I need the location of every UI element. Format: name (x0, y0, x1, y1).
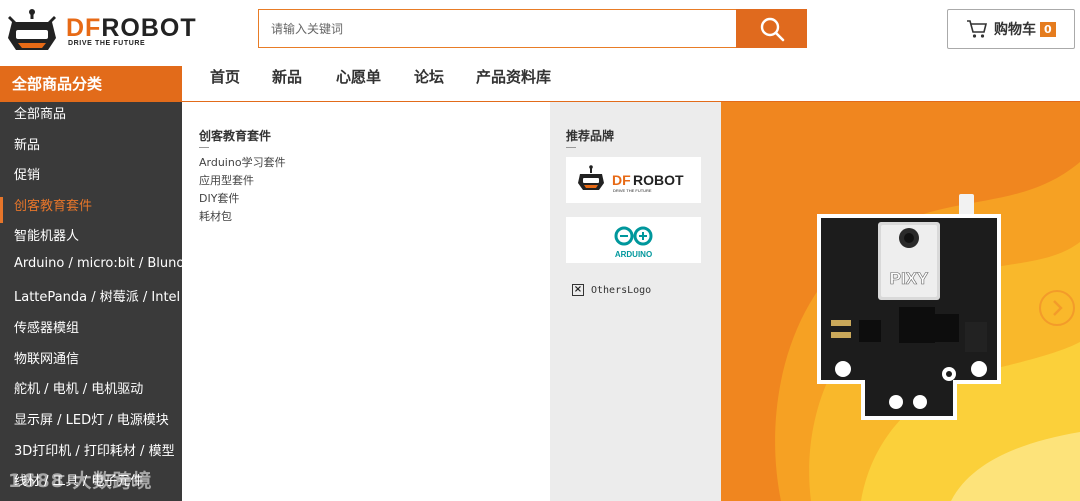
brands-title: 推荐品牌 (566, 129, 615, 143)
brand-logo-arduino[interactable]: ARDUINO (566, 217, 701, 263)
pixy-banner-image: PIXY (721, 102, 1080, 501)
hero-banner[interactable]: PIXY (721, 102, 1080, 501)
search-bar (258, 9, 738, 48)
divider (199, 147, 209, 148)
nav-link-forum[interactable]: 论坛 (414, 66, 444, 102)
brand-logo-dfrobot[interactable]: DF ROBOT DRIVE THE FUTURE (566, 157, 701, 203)
nav-link-product-library[interactable]: 产品资料库 (476, 66, 551, 102)
cart-label: 购物车 (994, 22, 1036, 38)
logo-wordmark: DFROBOT (66, 14, 197, 42)
sidebar-item-motors[interactable]: 舵机 / 电机 / 电机驱动 (0, 378, 182, 408)
watermark: 1688 大数跨境 (8, 470, 153, 492)
site-logo[interactable]: DFROBOT DRIVE THE FUTURE (4, 8, 204, 54)
sidebar-item-displays[interactable]: 显示屏 / LED灯 / 电源模块 (0, 409, 182, 439)
arduino-logo-icon: ARDUINO (614, 226, 653, 259)
svg-text:ROBOT: ROBOT (633, 172, 684, 188)
chevron-right-icon (1053, 300, 1063, 316)
search-input[interactable] (259, 10, 735, 47)
sidebar-item-sensors[interactable]: 传感器模组 (0, 317, 182, 347)
pixy-label: PIXY (890, 269, 929, 288)
sidebar-item-new[interactable]: 新品 (0, 134, 182, 164)
dropdown-link-application-kits[interactable]: 应用型套件 (199, 172, 254, 188)
dropdown-link-diy-kits[interactable]: DIY套件 (199, 190, 239, 206)
sidebar-item-iot[interactable]: 物联网通信 (0, 348, 182, 378)
broken-image-icon: × (572, 284, 584, 296)
sidebar-item-all-products[interactable]: 全部商品 (0, 103, 182, 133)
sidebar-item-promotions[interactable]: 促销 (0, 164, 182, 194)
svg-text:DRIVE THE FUTURE: DRIVE THE FUTURE (613, 188, 652, 193)
cart-button[interactable]: 购物车 0 (947, 9, 1075, 49)
sidebar-item-robots[interactable]: 智能机器人 (0, 225, 182, 255)
nav-link-wishlist[interactable]: 心愿单 (336, 66, 381, 102)
broken-image-alt-text: OthersLogo (591, 284, 652, 296)
nav-link-home[interactable]: 首页 (210, 66, 240, 102)
site-header: DFROBOT DRIVE THE FUTURE 购物车 0 (0, 0, 1080, 62)
sidebar-item-lattepanda[interactable]: LattePanda / 树莓派 / Intel (0, 286, 182, 316)
logo-tagline: DRIVE THE FUTURE (68, 40, 146, 47)
dropdown-title: 创客教育套件 (199, 129, 272, 143)
cart-icon (967, 20, 988, 38)
dfrobot-logo-icon: DF ROBOT DRIVE THE FUTURE (578, 165, 684, 193)
recommended-brands-panel: 推荐品牌 DF ROBOT DRIVE THE FUTURE ARDUINO ×… (550, 102, 721, 501)
all-categories-header[interactable]: 全部商品分类 (0, 66, 182, 102)
main-nav: 全部商品分类 首页 新品 心愿单 论坛 产品资料库 (0, 66, 1080, 102)
dropdown-link-arduino-kits[interactable]: Arduino学习套件 (199, 154, 286, 170)
category-sidebar: 全部商品 新品 促销 创客教育套件 智能机器人 Arduino / micro:… (0, 102, 184, 501)
sidebar-item-maker-kits[interactable]: 创客教育套件 (0, 195, 182, 225)
svg-text:DF: DF (612, 172, 631, 188)
banner-next-button[interactable] (1039, 290, 1075, 326)
svg-text:ARDUINO: ARDUINO (615, 250, 652, 259)
category-dropdown-panel: 创客教育套件 Arduino学习套件 应用型套件 DIY套件 耗材包 (182, 102, 550, 501)
search-button[interactable] (736, 9, 807, 48)
sidebar-item-arduino[interactable]: Arduino / micro:bit / Bluno (0, 256, 184, 286)
nav-link-new[interactable]: 新品 (272, 66, 302, 102)
cart-count-badge: 0 (1040, 21, 1056, 37)
search-icon (760, 17, 784, 41)
brand-logo-others[interactable]: × OthersLogo (572, 284, 651, 296)
robot-head-icon (8, 9, 56, 50)
dropdown-link-consumables[interactable]: 耗材包 (199, 208, 232, 224)
divider (566, 147, 576, 148)
